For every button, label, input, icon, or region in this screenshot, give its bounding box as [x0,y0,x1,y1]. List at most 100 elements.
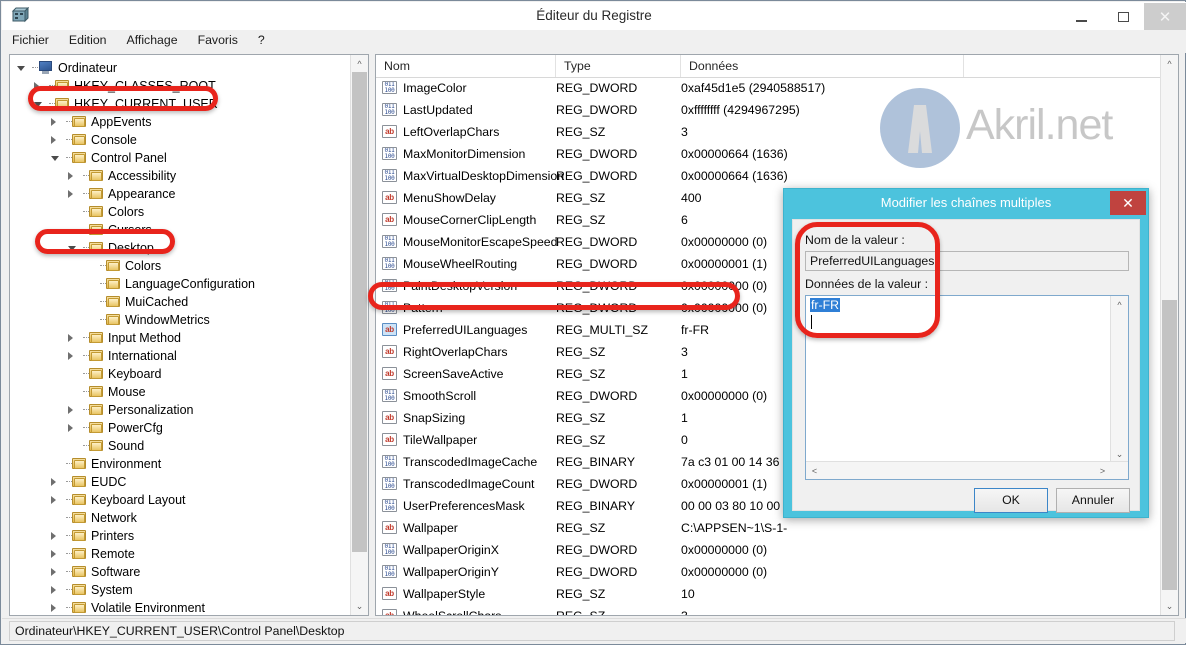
value-type-cell: REG_SZ [556,411,606,425]
tree-item-console[interactable]: Console [10,131,350,149]
tree-scroll-up-arrow[interactable]: ^ [351,55,368,72]
ok-button[interactable]: OK [974,488,1048,513]
table-row[interactable]: ab WallpaperStyle REG_SZ 10 [376,583,1178,605]
value-name-cell: ab RightOverlapChars [382,341,508,363]
value-name-cell: 011 100 LastUpdated [382,99,473,121]
tree-item-personalization[interactable]: Personalization [10,401,350,419]
tree-expander[interactable] [67,167,78,185]
close-button[interactable]: ✕ [1144,3,1186,31]
tree-item-appearance[interactable]: Appearance [10,185,350,203]
tree-item-label: Colors [108,205,145,219]
tree-expander[interactable] [16,59,27,77]
tree-expander[interactable] [67,185,78,203]
tree-item-ordinateur[interactable]: Ordinateur [10,59,350,77]
dialog-close-button[interactable]: ✕ [1110,191,1146,215]
tree-item-languageconfiguration[interactable]: LanguageConfiguration [10,275,350,293]
menu-item-favoris[interactable]: Favoris [188,30,248,47]
tree-item-muicached[interactable]: MuiCached [10,293,350,311]
tree-expander[interactable] [50,599,61,615]
table-row[interactable]: 011 100 ImageColor REG_DWORD 0xaf45d1e5 (294… [376,77,1178,99]
tree-expander[interactable] [50,491,61,509]
textarea-scroll-up-arrow[interactable]: ^ [1111,296,1128,313]
table-row[interactable]: ab LeftOverlapChars REG_SZ 3 [376,121,1178,143]
tree-item-input-method[interactable]: Input Method [10,329,350,347]
tree-item-label: WindowMetrics [125,313,210,327]
column-header-nom[interactable]: Nom [376,55,556,77]
chevron-right-icon [51,568,56,576]
menu-item-edition[interactable]: Edition [59,30,117,47]
textarea-scroll-left-arrow[interactable]: < [806,462,823,479]
list-scroll-thumb[interactable] [1162,300,1177,590]
tree-item-windowmetrics[interactable]: WindowMetrics [10,311,350,329]
tree-expander[interactable] [50,473,61,491]
tree-item-network[interactable]: Network [10,509,350,527]
tree-scroll-down-arrow[interactable]: ⌄ [351,598,368,615]
tree-expander[interactable] [67,329,78,347]
chevron-right-icon [51,136,56,144]
maximize-button[interactable] [1102,3,1144,31]
tree-expander[interactable] [67,347,78,365]
menu-item-fichier[interactable]: Fichier [2,30,59,47]
value-name-cell: ab ScreenSaveActive [382,363,503,385]
tree-item-colors[interactable]: Colors [10,203,350,221]
tree-item-accessibility[interactable]: Accessibility [10,167,350,185]
tree-expander[interactable] [67,419,78,437]
table-row[interactable]: 011 100 LastUpdated REG_DWORD 0xffffffff (42… [376,99,1178,121]
tree-item-powercfg[interactable]: PowerCfg [10,419,350,437]
cancel-button[interactable]: Annuler [1056,488,1130,513]
textarea-scroll-right-arrow[interactable]: > [1094,462,1111,479]
tree-expander[interactable] [50,113,61,131]
tree-expander[interactable] [50,149,61,167]
column-header-type[interactable]: Type [556,55,681,77]
tree-item-mouse[interactable]: Mouse [10,383,350,401]
value-name-text: TranscodedImageCache [403,455,538,469]
list-vertical-scrollbar[interactable]: ^ ⌄ [1160,55,1178,615]
chevron-right-icon [51,532,56,540]
table-row[interactable]: 011 100 MaxVirtualDesktopDimension REG_DWOR… [376,165,1178,187]
table-row[interactable]: 011 100 WallpaperOriginY REG_DWORD 0x0000000… [376,561,1178,583]
table-row[interactable]: 011 100 WallpaperOriginX REG_DWORD 0x0000000… [376,539,1178,561]
chevron-down-icon [51,156,59,161]
tree-item-remote[interactable]: Remote [10,545,350,563]
minimize-button[interactable] [1060,3,1102,31]
tree-item-printers[interactable]: Printers [10,527,350,545]
tree-expander[interactable] [50,545,61,563]
tree-expander[interactable] [50,563,61,581]
tree-vertical-scrollbar[interactable]: ^ ⌄ [350,55,368,615]
tree-item-environment[interactable]: Environment [10,455,350,473]
tree-item-system[interactable]: System [10,581,350,599]
textarea-horizontal-scrollbar[interactable]: < > [806,461,1128,479]
table-row[interactable]: ab Wallpaper REG_SZ C:\APPSEN~1\S-1- [376,517,1178,539]
tree-item-colors[interactable]: Colors [10,257,350,275]
column-header-donn-es[interactable]: Données [681,55,964,77]
column-header-blank[interactable] [964,55,1178,77]
textarea-vertical-scrollbar[interactable]: ^ ⌄ [1110,296,1128,463]
list-scroll-up-arrow[interactable]: ^ [1161,55,1178,72]
tree-expander[interactable] [50,131,61,149]
window-title: Éditeur du Registre [536,8,652,23]
folder-icon [89,385,104,398]
tree-item-international[interactable]: International [10,347,350,365]
tree-item-keyboard[interactable]: Keyboard [10,365,350,383]
tree-item-eudc[interactable]: EUDC [10,473,350,491]
tree-item-software[interactable]: Software [10,563,350,581]
menu-item-[interactable]: ? [248,30,275,47]
table-row[interactable]: 011 100 MaxMonitorDimension REG_DWORD 0x0000… [376,143,1178,165]
tree-expander[interactable] [67,401,78,419]
chevron-right-icon [51,496,56,504]
tree-item-appevents[interactable]: AppEvents [10,113,350,131]
list-scroll-down-arrow[interactable]: ⌄ [1161,598,1178,615]
tree-scroll-thumb[interactable] [352,72,367,552]
tree-item-label: Network [91,511,137,525]
tree-item-volatile-environment[interactable]: Volatile Environment [10,599,350,615]
tree-item-control-panel[interactable]: Control Panel [10,149,350,167]
folder-icon [89,331,104,344]
menu-item-affichage[interactable]: Affichage [117,30,188,47]
table-row[interactable]: ab WheelScrollChars REG_SZ 3 [376,605,1178,615]
tree-expander[interactable] [50,581,61,599]
tree-expander[interactable] [50,527,61,545]
string-value-icon: ab [382,125,397,138]
tree-item-sound[interactable]: Sound [10,437,350,455]
value-name-text: WallpaperOriginX [403,543,499,557]
tree-item-keyboard-layout[interactable]: Keyboard Layout [10,491,350,509]
